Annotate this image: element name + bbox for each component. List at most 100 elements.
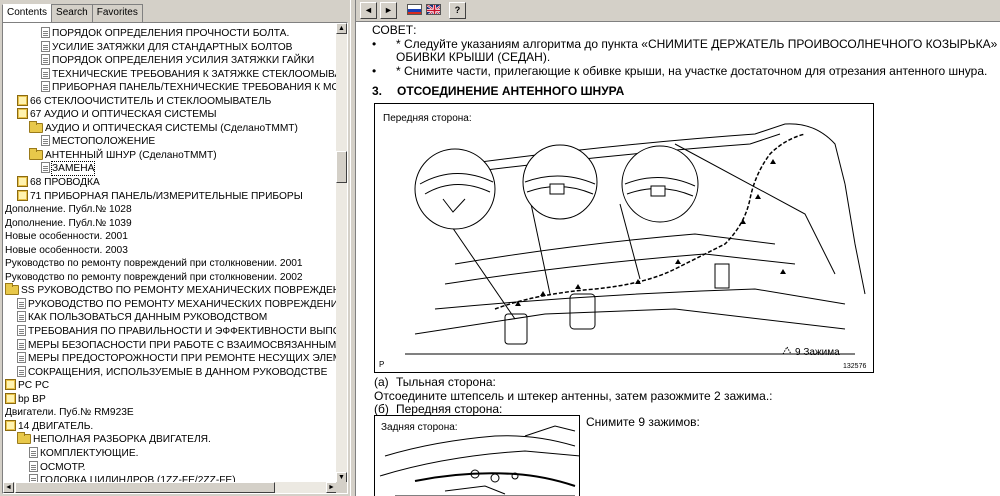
left-panel: Contents Search Favorites ПОРЯДОК ОПРЕДЕ… bbox=[0, 0, 350, 496]
document-icon bbox=[41, 27, 50, 38]
tree-item-label: PC PC bbox=[18, 380, 50, 392]
tree-item[interactable]: 66 СТЕКЛООЧИСТИТЕЛЬ И СТЕКЛООМЫВАТЕЛЬ bbox=[3, 94, 337, 109]
tree-item-label: ТРЕБОВАНИЯ ПО ПРАВИЛЬНОСТИ И ЭФФЕКТИВНОС… bbox=[28, 326, 337, 338]
tree-item-label: ЗАМЕНА bbox=[50, 161, 96, 177]
tree-item[interactable]: Новые особенности. 2001 bbox=[3, 230, 337, 244]
rear-side-illustration bbox=[379, 425, 579, 496]
tree-item[interactable]: Дополнение. Публ.№ 1028 bbox=[3, 203, 337, 217]
tree-item-label: Дополнение. Публ.№ 1028 bbox=[5, 204, 132, 216]
tree-item[interactable]: bp BP bbox=[3, 392, 337, 407]
tree-item[interactable]: КОМПЛЕКТУЮЩИЕ. bbox=[3, 446, 337, 461]
tree-item[interactable]: АНТЕННЫЙ ШНУР (СделаноТММТ) bbox=[3, 147, 337, 163]
document-icon bbox=[17, 338, 26, 350]
forward-button[interactable]: ► bbox=[380, 2, 397, 19]
horizontal-scroll-thumb[interactable] bbox=[15, 482, 275, 493]
tree-item[interactable]: УСИЛИЕ ЗАТЯЖКИ ДЛЯ СТАНДАРТНЫХ БОЛТОВ bbox=[3, 40, 337, 55]
tab-favorites[interactable]: Favorites bbox=[91, 4, 143, 22]
tree-item[interactable]: СОКРАЩЕНИЯ, ИСПОЛЬЗУЕМЫЕ В ДАННОМ РУКОВО… bbox=[3, 365, 337, 380]
tree-item-label: ТЕХНИЧЕСКИЕ ТРЕБОВАНИЯ К ЗАТЯЖКЕ СТЕКЛОО… bbox=[52, 68, 337, 80]
step-a-label: (a) bbox=[374, 375, 389, 389]
scroll-up-button[interactable]: ▲ bbox=[336, 23, 347, 34]
section-number: 3. bbox=[372, 84, 383, 98]
tree-item-label: Новые особенности. 2001 bbox=[5, 231, 128, 243]
figure-front-side: Передняя сторона: 9 Зажима P 132576 bbox=[374, 103, 874, 373]
tree-item[interactable]: ПРИБОРНАЯ ПАНЕЛЬ/ТЕХНИЧЕСКИЕ ТРЕБОВАНИЯ … bbox=[3, 81, 337, 95]
tree-item-label: ПОРЯДОК ОПРЕДЕЛЕНИЯ ПРОЧНОСТИ БОЛТА. bbox=[52, 28, 290, 39]
tree-item-label: Двигатели. Пуб.№ RM923E bbox=[5, 407, 134, 419]
figure-id: 132576 bbox=[843, 363, 867, 370]
back-arrow-icon: ◄ bbox=[364, 5, 373, 15]
document-icon bbox=[17, 297, 26, 309]
tree-item[interactable]: Двигатели. Пуб.№ RM923E bbox=[3, 406, 337, 420]
vertical-scrollbar[interactable]: ▲ ▼ bbox=[336, 23, 347, 483]
tree-item-label: Новые особенности. 2003 bbox=[5, 244, 128, 256]
tree-item-label: КАК ПОЛЬЗОВАТЬСЯ ДАННЫМ РУКОВОДСТВОМ bbox=[28, 312, 268, 324]
tree-item-label: МЕРЫ ПРЕДОСТОРОЖНОСТИ ПРИ РЕМОНТЕ НЕСУЩИ… bbox=[28, 353, 337, 365]
tab-contents[interactable]: Contents bbox=[2, 4, 53, 23]
tree-item[interactable]: ЗАМЕНА bbox=[3, 161, 337, 177]
tree-item[interactable]: ОСМОТР. bbox=[3, 460, 337, 475]
tree-item[interactable]: 14 ДВИГАТЕЛЬ. bbox=[3, 419, 337, 434]
scrollbar-corner bbox=[336, 482, 347, 493]
contents-tree-frame: ПОРЯДОК ОПРЕДЕЛЕНИЯ ПРОЧНОСТИ БОЛТА. УСИЛ… bbox=[2, 22, 348, 494]
document-icon bbox=[41, 54, 50, 66]
russian-flag-icon[interactable] bbox=[407, 4, 422, 15]
tree-item-label: РУКОВОДСТВО ПО РЕМОНТУ МЕХАНИЧЕСКИХ ПОВР… bbox=[28, 298, 337, 310]
tree-item-label: КОМПЛЕКТУЮЩИЕ. bbox=[40, 447, 139, 459]
step-a-title: Тыльная сторона: bbox=[396, 375, 496, 389]
tree-item[interactable]: МЕСТОПОЛОЖЕНИЕ bbox=[3, 135, 337, 149]
tree-item[interactable]: НЕПОЛНАЯ РАЗБОРКА ДВИГАТЕЛЯ. bbox=[3, 432, 337, 447]
tree-item-label: Дополнение. Публ.№ 1039 bbox=[5, 217, 132, 229]
tree-item[interactable]: МЕРЫ БЕЗОПАСНОСТИ ПРИ РАБОТЕ С ВЗАИМОСВЯ… bbox=[3, 338, 337, 353]
tree-item[interactable]: МЕРЫ ПРЕДОСТОРОЖНОСТИ ПРИ РЕМОНТЕ НЕСУЩИ… bbox=[3, 352, 337, 366]
bullet-dot-2: • bbox=[372, 64, 377, 78]
scroll-left-button[interactable]: ◄ bbox=[3, 482, 14, 493]
tree-item-label: 14 ДВИГАТЕЛЬ. bbox=[18, 420, 94, 432]
tree-item[interactable]: 68 ПРОВОДКА bbox=[3, 176, 337, 190]
tree-item-label: bp BP bbox=[18, 393, 46, 405]
vertical-scroll-thumb[interactable] bbox=[336, 151, 347, 183]
english-flag-icon[interactable] bbox=[426, 4, 441, 15]
tree-item[interactable]: 71 ПРИБОРНАЯ ПАНЕЛЬ/ИЗМЕРИТЕЛЬНЫЕ ПРИБОР… bbox=[3, 189, 337, 204]
tree-item-label: 71 ПРИБОРНАЯ ПАНЕЛЬ/ИЗМЕРИТЕЛЬНЫЕ ПРИБОР… bbox=[30, 190, 303, 202]
nav-tabs: Contents Search Favorites bbox=[2, 4, 143, 23]
tree-item-label: Руководство по ремонту повреждений при с… bbox=[5, 271, 303, 283]
folder-icon bbox=[29, 120, 43, 133]
back-button[interactable]: ◄ bbox=[360, 2, 377, 19]
tree-item[interactable]: ТРЕБОВАНИЯ ПО ПРАВИЛЬНОСТИ И ЭФФЕКТИВНОС… bbox=[3, 325, 337, 339]
tab-search[interactable]: Search bbox=[51, 4, 93, 22]
tree-item[interactable]: Руководство по ремонту повреждений при с… bbox=[3, 257, 337, 271]
tree-item-label: АУДИО И ОПТИЧЕСКАЯ СИСТЕМЫ (СделаноТММТ) bbox=[45, 122, 298, 134]
tree-item[interactable]: Новые особенности. 2003 bbox=[3, 244, 337, 258]
tree-item-label: УСИЛИЕ ЗАТЯЖКИ ДЛЯ СТАНДАРТНЫХ БОЛТОВ bbox=[52, 41, 293, 53]
tree-item-label: 68 ПРОВОДКА bbox=[30, 177, 100, 189]
tree-item[interactable]: ТЕХНИЧЕСКИЕ ТРЕБОВАНИЯ К ЗАТЯЖКЕ СТЕКЛОО… bbox=[3, 67, 337, 82]
figure-rear-side: Задняя сторона: bbox=[374, 415, 580, 496]
tree-item[interactable]: РУКОВОДСТВО ПО РЕМОНТУ МЕХАНИЧЕСКИХ ПОВР… bbox=[3, 297, 337, 312]
tree-item-label: АНТЕННЫЙ ШНУР (СделаноТММТ) bbox=[45, 149, 217, 161]
horizontal-scrollbar[interactable]: ◄ ► bbox=[3, 482, 337, 493]
contents-tree: ПОРЯДОК ОПРЕДЕЛЕНИЯ ПРОЧНОСТИ БОЛТА. УСИЛ… bbox=[3, 27, 337, 487]
tip-bullet-1-cont: ОБИВКИ КРЫШИ (СЕДАН). bbox=[396, 50, 551, 64]
tree-item[interactable]: АУДИО И ОПТИЧЕСКАЯ СИСТЕМЫ (СделаноТММТ) bbox=[3, 120, 337, 136]
tree-item-label: 67 АУДИО И ОПТИЧЕСКАЯ СИСТЕМЫ bbox=[30, 109, 217, 121]
document-pane: ◄ ► ? СОВЕТ: • * Следуйте указаниям алго… bbox=[356, 0, 1000, 496]
tree-item-label: ОСМОТР. bbox=[40, 461, 86, 473]
toolbar: ◄ ► ? bbox=[356, 0, 1000, 22]
tree-item[interactable]: КАК ПОЛЬЗОВАТЬСЯ ДАННЫМ РУКОВОДСТВОМ bbox=[3, 311, 337, 325]
book-icon bbox=[17, 108, 28, 120]
tree-item[interactable]: ПОРЯДОК ОПРЕДЕЛЕНИЯ ПРОЧНОСТИ БОЛТА. bbox=[3, 27, 337, 41]
tree-item[interactable]: 67 АУДИО И ОПТИЧЕСКАЯ СИСТЕМЫ bbox=[3, 108, 337, 122]
document-icon bbox=[41, 81, 50, 93]
document-content: СОВЕТ: • * Следуйте указаниям алгоритма … bbox=[356, 23, 1000, 496]
help-button[interactable]: ? bbox=[449, 2, 466, 19]
tree-item[interactable]: Дополнение. Публ.№ 1039 bbox=[3, 217, 337, 231]
document-icon bbox=[41, 135, 50, 147]
tree-item[interactable]: ПОРЯДОК ОПРЕДЕЛЕНИЯ УСИЛИЯ ЗАТЯЖКИ ГАЙКИ bbox=[3, 54, 337, 68]
tree-item[interactable]: SS РУКОВОДСТВО ПО РЕМОНТУ МЕХАНИЧЕСКИХ П… bbox=[3, 283, 337, 298]
help-icon: ? bbox=[454, 5, 461, 15]
forward-arrow-icon: ► bbox=[384, 5, 393, 15]
tree-item[interactable]: Руководство по ремонту повреждений при с… bbox=[3, 271, 337, 285]
tree-item[interactable]: PC PC bbox=[3, 379, 337, 393]
antenna-cord-illustration bbox=[405, 123, 866, 355]
